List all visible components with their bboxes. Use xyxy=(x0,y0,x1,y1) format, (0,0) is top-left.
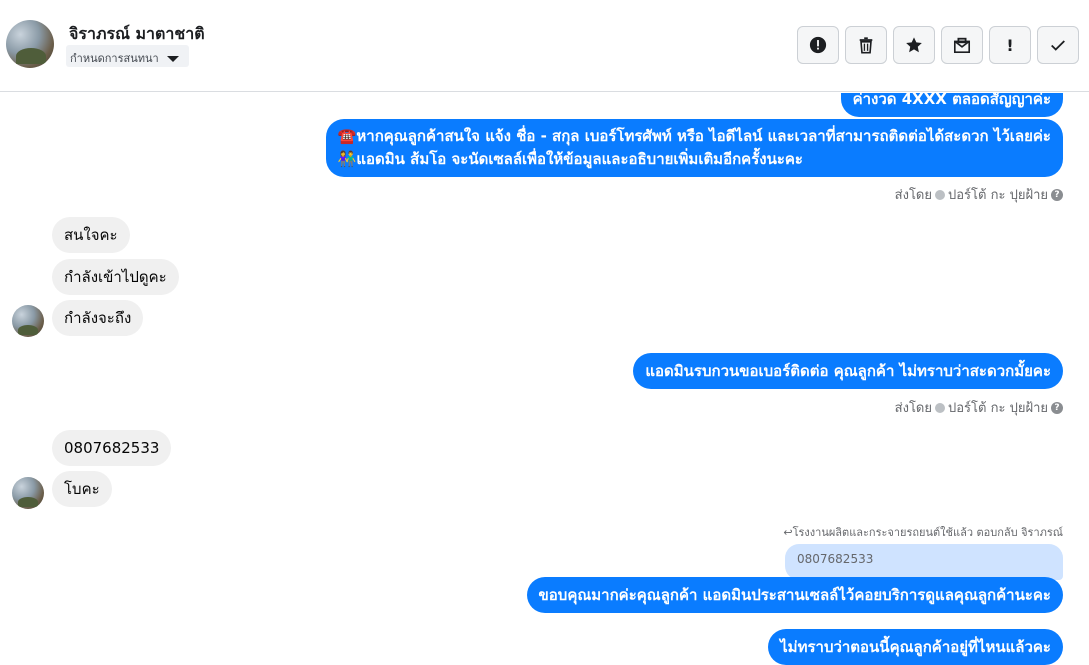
outgoing-message[interactable]: แอดมินรบกวนขอเบอร์ติดต่อ คุณลูกค้า ไม่ทร… xyxy=(633,353,1063,389)
star-button[interactable] xyxy=(893,26,935,64)
sent-by-info: ส่งโดย ปอร์โต้ กะ ปุยฝ้าย ? xyxy=(895,397,1063,418)
follow-up-button[interactable]: ! xyxy=(989,26,1031,64)
agent-icon xyxy=(935,189,945,200)
outgoing-message[interactable]: ☎️หากคุณลูกค้าสนใจ แจ้ง ชื่อ - สกุล เบอร… xyxy=(325,119,1063,177)
outgoing-message[interactable]: ไม่ทราบว่าตอนนี้คุณลูกค้าอยู่ที่ไหนแล้วค… xyxy=(768,629,1063,665)
help-icon[interactable]: ? xyxy=(1051,188,1063,201)
incoming-message[interactable]: กำลังเข้าไปดูคะ xyxy=(52,259,179,295)
message-line: ☎️หากคุณลูกค้าสนใจ แจ้ง ชื่อ - สกุล เบอร… xyxy=(337,127,1051,145)
star-icon xyxy=(906,37,922,53)
message-thread[interactable]: ค่างวด 4XXX ตลอดสัญญาค่ะ ☎️หากคุณลูกค้าส… xyxy=(0,93,1089,665)
exclamation-icon: ! xyxy=(1006,35,1014,55)
sent-by-label: ส่งโดย xyxy=(894,401,932,416)
alert-circle-icon xyxy=(809,36,827,54)
incoming-message[interactable]: 0807682533 xyxy=(52,430,172,466)
mark-unread-button[interactable] xyxy=(941,26,983,64)
conversation-header: จิราภรณ์ มาตาชาติ กำหนดการสนทนา ! xyxy=(0,0,1089,92)
incoming-message[interactable]: กำลังจะถึง xyxy=(52,300,144,336)
report-spam-button[interactable] xyxy=(797,26,839,64)
conversation-label-dropdown[interactable]: กำหนดการสนทนา xyxy=(66,45,189,67)
label-dropdown-text: กำหนดการสนทนา xyxy=(70,52,159,65)
delete-button[interactable] xyxy=(845,26,887,64)
agent-icon xyxy=(935,402,945,413)
contact-avatar-small[interactable] xyxy=(12,305,44,337)
contact-avatar-small[interactable] xyxy=(12,477,44,509)
sent-by-info: ส่งโดย ปอร์โต้ กะ ปุยฝ้าย ? xyxy=(895,184,1063,205)
contact-avatar[interactable] xyxy=(6,20,54,68)
contact-name[interactable]: จิราภรณ์ มาตาชาติ xyxy=(69,22,205,47)
sent-by-agent: ปอร์โต้ กะ ปุยฝ้าย xyxy=(948,401,1048,416)
outgoing-message[interactable]: ค่างวด 4XXX ตลอดสัญญาค่ะ xyxy=(840,93,1063,117)
incoming-message[interactable]: สนใจคะ xyxy=(52,217,130,253)
envelope-icon xyxy=(953,37,971,54)
help-icon[interactable]: ? xyxy=(1051,401,1063,414)
message-line: 👫แอดมิน ส้มโอ จะนัดเซลล์เพื่อให้ข้อมูลแล… xyxy=(337,150,803,168)
quoted-message[interactable]: 0807682533 xyxy=(785,544,1063,580)
checkmark-icon xyxy=(1051,40,1065,51)
sent-by-label: ส่งโดย xyxy=(894,188,932,203)
outgoing-message[interactable]: ขอบคุณมากค่ะคุณลูกค้า แอดมินประสานเซลล์ไ… xyxy=(526,577,1063,613)
mark-done-button[interactable] xyxy=(1037,26,1079,64)
sent-by-agent: ปอร์โต้ กะ ปุยฝ้าย xyxy=(948,188,1048,203)
reply-note: ↩โรงงานผลิตและกระจายรถยนต์ใช้แล้ว ตอบกลั… xyxy=(783,526,1063,539)
action-toolbar: ! xyxy=(797,26,1079,64)
trash-icon xyxy=(859,37,873,54)
incoming-message[interactable]: โบคะ xyxy=(52,471,112,507)
caret-down-icon xyxy=(166,56,179,62)
